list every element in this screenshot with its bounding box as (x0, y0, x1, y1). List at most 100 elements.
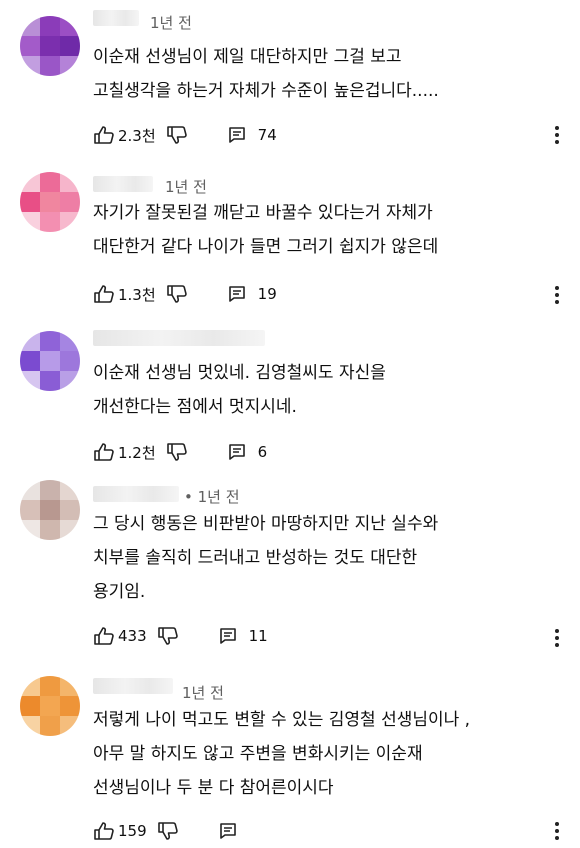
comment-text-line: 고칠생각을 하는거 자체가 수준이 높은겁니다..... (93, 81, 439, 101)
avatar-pixel (60, 716, 80, 736)
reply-count: 19 (257, 285, 277, 303)
comment-actions: 2.3천 74 (93, 122, 277, 148)
like-icon[interactable] (93, 626, 115, 646)
comment-time: 1년 전 (165, 178, 207, 196)
reply-button[interactable]: 11 (219, 627, 268, 645)
comment-text-line: 이순재 선생님이 제일 대단하지만 그걸 보고 (93, 47, 402, 67)
avatar-pixel (40, 212, 60, 232)
avatar-pixel (40, 371, 60, 391)
like-count: 433 (118, 627, 147, 645)
avatar-pixel (60, 192, 80, 212)
avatar[interactable] (20, 172, 80, 232)
avatar[interactable] (20, 480, 80, 540)
reply-count: 11 (248, 627, 268, 645)
avatar-pixel (20, 36, 40, 56)
avatar-pixel (60, 676, 80, 696)
avatar-pixel (20, 371, 40, 391)
avatar-pixel (60, 172, 80, 192)
comment-actions: 433 11 (93, 623, 268, 649)
avatar-pixel (60, 351, 80, 371)
avatar-pixel (20, 520, 40, 540)
avatar-pixel (40, 676, 60, 696)
avatar-pixel (20, 16, 40, 36)
reply-icon (219, 627, 237, 645)
avatar-pixel (20, 696, 40, 716)
reply-button[interactable]: 74 (228, 126, 277, 144)
avatar[interactable] (20, 331, 80, 391)
author-name-blurred[interactable] (93, 10, 139, 26)
reply-count: 6 (257, 443, 268, 461)
avatar-pixel (40, 172, 60, 192)
author-name-blurred[interactable] (93, 678, 173, 694)
comment-actions: 1.2천 6 (93, 439, 267, 465)
like-icon[interactable] (93, 284, 115, 304)
reply-button[interactable]: 19 (228, 285, 277, 303)
avatar[interactable] (20, 16, 80, 76)
avatar-pixel (40, 716, 60, 736)
like-icon[interactable] (93, 821, 115, 841)
avatar-pixel (40, 696, 60, 716)
more-options-icon[interactable] (554, 629, 560, 650)
reply-button[interactable]: 6 (228, 443, 268, 461)
comment-text-line: 아무 말 하지도 않고 주변을 변화시키는 이순재 (93, 744, 423, 764)
comment-text-line: 개선한다는 점에서 멋지시네. (93, 397, 297, 417)
avatar-pixel (60, 36, 80, 56)
comment-text-line: 용기임. (93, 582, 146, 602)
avatar-pixel (40, 192, 60, 212)
author-name-blurred[interactable] (93, 486, 179, 502)
avatar-pixel (20, 351, 40, 371)
comment-time: 1년 전 (150, 14, 192, 32)
avatar-pixel (20, 172, 40, 192)
avatar-pixel (20, 331, 40, 351)
avatar-pixel (40, 56, 60, 76)
reply-icon (219, 822, 237, 840)
avatar-pixel (40, 16, 60, 36)
reply-icon (228, 443, 246, 461)
more-options-icon[interactable] (554, 822, 560, 843)
comment-time: • 1년 전 (184, 488, 240, 506)
avatar-pixel (60, 696, 80, 716)
like-icon[interactable] (93, 442, 115, 462)
avatar-pixel (40, 520, 60, 540)
reply-count: 74 (257, 126, 277, 144)
like-count: 1.2천 (118, 443, 156, 462)
dislike-icon[interactable] (166, 284, 188, 304)
dislike-icon[interactable] (166, 442, 188, 462)
avatar-pixel (60, 520, 80, 540)
more-options-icon[interactable] (554, 126, 560, 147)
dislike-icon[interactable] (157, 626, 179, 646)
reply-icon (228, 126, 246, 144)
like-count: 1.3천 (118, 285, 156, 304)
avatar-pixel (40, 480, 60, 500)
avatar-pixel (60, 480, 80, 500)
avatar-pixel (60, 56, 80, 76)
comment-text-line: 그 당시 행동은 비판받아 마땅하지만 지난 실수와 (93, 514, 439, 534)
avatar-pixel (40, 331, 60, 351)
comment-time: 1년 전 (182, 684, 224, 702)
author-name-blurred[interactable] (93, 176, 153, 192)
avatar-pixel (60, 212, 80, 232)
comment-text-line: 이순재 선생님 멋있네. 김영철씨도 자신을 (93, 363, 386, 383)
avatar-pixel (40, 36, 60, 56)
avatar-pixel (20, 212, 40, 232)
avatar-pixel (40, 351, 60, 371)
avatar-pixel (20, 716, 40, 736)
comment-text-line: 대단한거 같다 나이가 들면 그러기 쉽지가 않은데 (93, 237, 439, 257)
reply-icon (228, 285, 246, 303)
avatar-pixel (20, 192, 40, 212)
comment-actions: 1.3천 19 (93, 281, 277, 307)
avatar-pixel (60, 371, 80, 391)
avatar-pixel (20, 676, 40, 696)
dislike-icon[interactable] (157, 821, 179, 841)
avatar-pixel (60, 500, 80, 520)
more-options-icon[interactable] (554, 286, 560, 307)
avatar[interactable] (20, 676, 80, 736)
avatar-pixel (60, 331, 80, 351)
like-icon[interactable] (93, 125, 115, 145)
reply-button[interactable] (219, 822, 249, 840)
comment-text-line: 치부를 솔직히 드러내고 반성하는 것도 대단한 (93, 548, 418, 568)
dislike-icon[interactable] (166, 125, 188, 145)
like-count: 2.3천 (118, 126, 156, 145)
author-name-blurred[interactable] (93, 330, 265, 346)
avatar-pixel (20, 56, 40, 76)
